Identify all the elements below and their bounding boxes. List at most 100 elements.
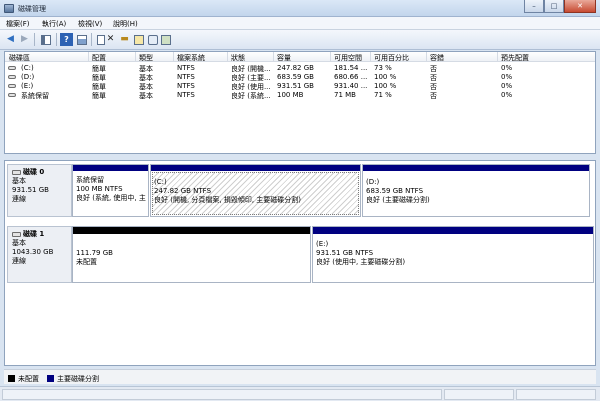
disk-1-type: 基本 bbox=[12, 239, 26, 247]
menu-help[interactable]: 說明(H) bbox=[113, 19, 138, 29]
partition-e[interactable]: (E:) 931.51 GB NTFS 良好 (使用中, 主要磁碟分割) bbox=[312, 226, 594, 283]
legend-primary-swatch bbox=[47, 375, 54, 382]
find-icon[interactable] bbox=[146, 33, 159, 46]
volume-layout: 簡單 bbox=[92, 92, 106, 100]
column-status[interactable]: 狀態 bbox=[231, 53, 271, 63]
disk-drive-icon bbox=[12, 231, 21, 237]
status-bar bbox=[0, 386, 600, 401]
column-volume[interactable]: 磁碟區 bbox=[9, 53, 85, 63]
legend-unallocated-swatch bbox=[8, 375, 15, 382]
volume-icon bbox=[8, 84, 16, 88]
volume-row[interactable]: (D:) 簡單 基本 NTFS 良好 (主要... 683.59 GB 680.… bbox=[5, 72, 595, 82]
disk-0-type: 基本 bbox=[12, 177, 26, 185]
toolbar-separator bbox=[34, 33, 35, 46]
open-folder-icon[interactable]: ▬ bbox=[118, 33, 131, 46]
volume-free-space: 71 MB bbox=[334, 91, 356, 99]
status-cell bbox=[516, 389, 596, 400]
menu-bar: 檔案(F) 執行(A) 檢視(V) 說明(H) bbox=[0, 17, 600, 30]
partition-system-reserved[interactable]: 系統保留 100 MB NTFS 良好 (系統, 使用中, 主 bbox=[72, 164, 149, 217]
volume-list: 磁碟區 配置 類型 檔案系統 狀態 容量 可用空間 可用百分比 容錯 預先配置 … bbox=[4, 51, 596, 154]
menu-view[interactable]: 檢視(V) bbox=[78, 19, 102, 29]
column-free-space[interactable]: 可用空間 bbox=[334, 53, 368, 63]
volume-file-system: NTFS bbox=[177, 64, 195, 72]
primary-partition-bar bbox=[313, 227, 593, 234]
volume-icon bbox=[8, 93, 16, 97]
column-percent-free[interactable]: 可用百分比 bbox=[374, 53, 424, 63]
minimize-button[interactable]: – bbox=[524, 0, 544, 13]
volume-capacity: 100 MB bbox=[277, 91, 304, 99]
volume-type: 基本 bbox=[139, 92, 153, 100]
maximize-button[interactable]: □ bbox=[544, 0, 564, 13]
toolbar: ◀ ▶ ? ✕ ▬ bbox=[0, 30, 600, 50]
partition-d[interactable]: (D:) 683.59 GB NTFS 良好 (主要磁碟分割) bbox=[362, 164, 590, 217]
partition-size: 247.82 GB NTFS bbox=[154, 187, 212, 195]
partition-status: 良好 (使用中, 主要磁碟分割) bbox=[316, 258, 406, 266]
disk-1-status: 連線 bbox=[12, 257, 26, 265]
volume-list-header: 磁碟區 配置 類型 檔案系統 狀態 容量 可用空間 可用百分比 容錯 預先配置 bbox=[5, 52, 595, 62]
close-button[interactable]: ✕ bbox=[564, 0, 596, 13]
partition-title: (C:) bbox=[154, 178, 167, 186]
volume-status: 良好 (系統... bbox=[231, 92, 271, 100]
partition-status: 未配置 bbox=[76, 258, 97, 266]
volume-name: 系統保留 bbox=[21, 92, 49, 100]
volume-row[interactable]: 系統保留 簡單 基本 NTFS 良好 (系統... 100 MB 71 MB 7… bbox=[5, 90, 595, 100]
partition-status: 良好 (主要磁碟分割) bbox=[366, 196, 430, 204]
title-bar: 磁碟管理 – □ ✕ bbox=[0, 0, 600, 17]
volume-file-system: NTFS bbox=[177, 91, 195, 99]
delete-icon[interactable]: ✕ bbox=[104, 33, 117, 46]
partition-size: 683.59 GB NTFS bbox=[366, 187, 424, 195]
help-icon[interactable]: ? bbox=[60, 33, 73, 46]
disk-drive-icon bbox=[12, 169, 21, 175]
volume-free-space: 680.66 ... bbox=[334, 73, 368, 81]
toolbar-separator bbox=[56, 33, 57, 46]
volume-icon bbox=[8, 75, 16, 79]
volume-icon bbox=[8, 66, 16, 70]
column-file-system[interactable]: 檔案系統 bbox=[177, 53, 225, 63]
partition-unallocated[interactable]: 111.79 GB 未配置 bbox=[72, 226, 311, 283]
volume-name: (D:) bbox=[21, 73, 35, 81]
legend: 未配置 主要磁碟分割 bbox=[4, 369, 596, 384]
forward-arrow-icon[interactable]: ▶ bbox=[18, 33, 31, 46]
back-arrow-icon[interactable]: ◀ bbox=[4, 33, 17, 46]
volume-fault-tolerance: 否 bbox=[430, 92, 437, 100]
partition-status: 良好 (開機, 分頁檔案, 損毀傾印, 主要磁碟分割) bbox=[154, 196, 302, 204]
status-cell bbox=[2, 389, 442, 400]
column-fault-tolerance[interactable]: 容錯 bbox=[430, 53, 494, 63]
column-layout[interactable]: 配置 bbox=[92, 53, 132, 63]
primary-partition-bar bbox=[151, 165, 360, 171]
volume-percent-free: 100 % bbox=[374, 82, 397, 90]
legend-primary-label: 主要磁碟分割 bbox=[57, 375, 99, 383]
volume-overhead: 0% bbox=[501, 64, 513, 72]
primary-partition-bar bbox=[73, 165, 148, 171]
disk-0-size: 931.51 GB bbox=[12, 186, 49, 194]
legend-unallocated-label: 未配置 bbox=[18, 375, 39, 383]
menu-action[interactable]: 執行(A) bbox=[42, 19, 66, 29]
rescan-disks-icon[interactable] bbox=[159, 33, 172, 46]
show-hide-console-tree-icon[interactable] bbox=[39, 33, 52, 46]
disk-0-label[interactable]: 磁碟 0 基本 931.51 GB 連線 bbox=[7, 164, 72, 217]
partition-size: 100 MB NTFS bbox=[76, 185, 123, 193]
properties-icon[interactable] bbox=[75, 33, 88, 46]
volume-capacity: 931.51 GB bbox=[277, 82, 314, 90]
disk-0-title: 磁碟 0 bbox=[12, 168, 71, 177]
menu-file[interactable]: 檔案(F) bbox=[6, 19, 30, 29]
volume-row[interactable]: (E:) 簡單 基本 NTFS 良好 (使用... 931.51 GB 931.… bbox=[5, 81, 595, 91]
disk-properties-icon[interactable] bbox=[132, 33, 145, 46]
volume-overhead: 0% bbox=[501, 91, 513, 99]
volume-name: (C:) bbox=[21, 64, 34, 72]
column-type[interactable]: 類型 bbox=[139, 53, 171, 63]
partition-c[interactable]: (C:) 247.82 GB NTFS 良好 (開機, 分頁檔案, 損毀傾印, … bbox=[150, 164, 361, 217]
volume-row[interactable]: (C:) 簡單 基本 NTFS 良好 (開機... 247.82 GB 181.… bbox=[5, 63, 595, 73]
volume-capacity: 683.59 GB bbox=[277, 73, 314, 81]
volume-free-space: 931.40 ... bbox=[334, 82, 368, 90]
disk-0-name: 磁碟 0 bbox=[23, 168, 45, 176]
column-capacity[interactable]: 容量 bbox=[277, 53, 327, 63]
disk-1-label[interactable]: 磁碟 1 基本 1043.30 GB 連線 bbox=[7, 226, 72, 283]
volume-overhead: 0% bbox=[501, 82, 513, 90]
partition-title: 系統保留 bbox=[76, 176, 104, 184]
volume-free-space: 181.54 ... bbox=[334, 64, 368, 72]
partition-size: 931.51 GB NTFS bbox=[316, 249, 374, 257]
column-overhead[interactable]: 預先配置 bbox=[501, 53, 591, 63]
volume-percent-free: 73 % bbox=[374, 64, 392, 72]
disk-1-title: 磁碟 1 bbox=[12, 230, 71, 239]
